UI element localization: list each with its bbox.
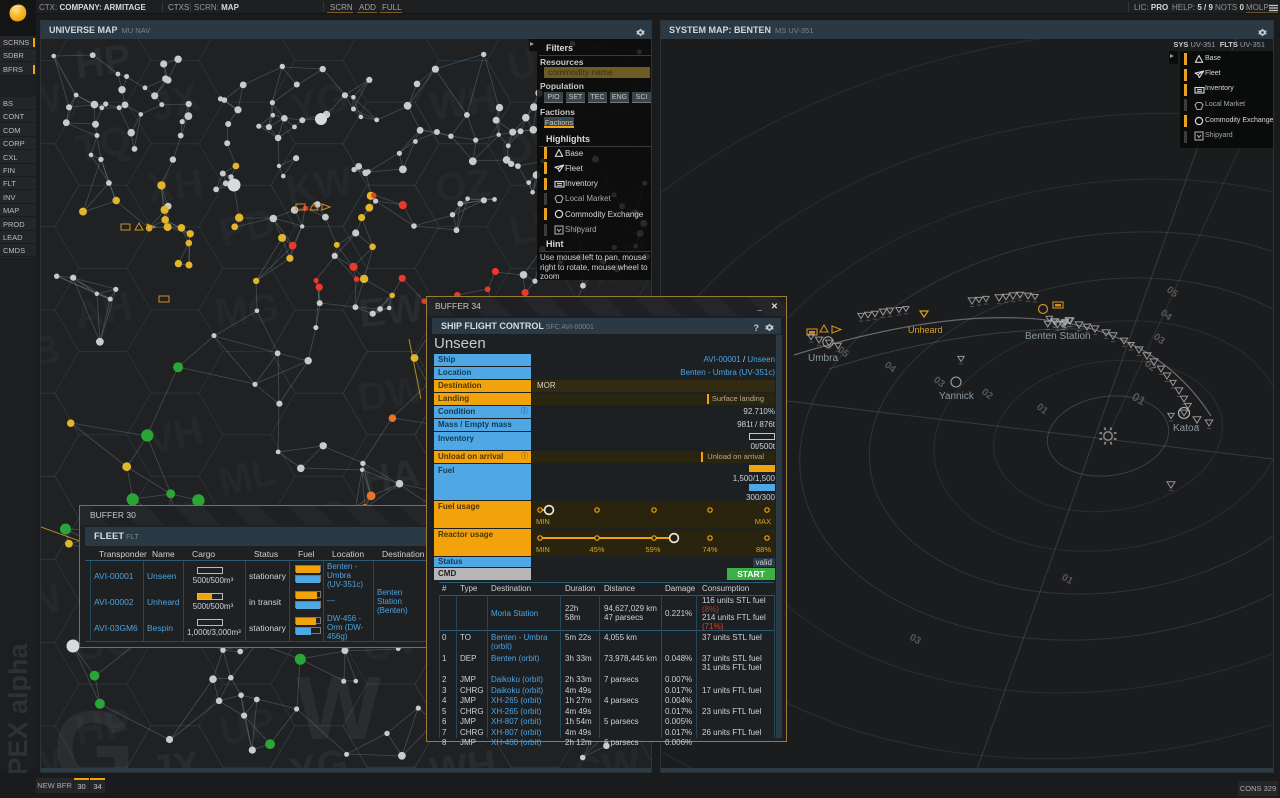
svg-text:03: 03: [931, 375, 947, 391]
svg-text:05: 05: [1164, 285, 1180, 301]
svg-text:01: 01: [1060, 572, 1076, 587]
svg-text:XH: XH: [145, 161, 205, 211]
svg-text:03: 03: [1151, 332, 1167, 348]
svg-text:Umbra: Umbra: [808, 353, 838, 364]
svg-text:Yannick: Yannick: [939, 391, 975, 402]
svg-text:04: 04: [882, 360, 898, 376]
svg-text:Katoa: Katoa: [1173, 423, 1200, 434]
svg-text:W: W: [296, 659, 381, 759]
svg-text:PG: PG: [287, 39, 352, 47]
svg-text:G: G: [53, 690, 135, 772]
svg-text:MG: MG: [213, 286, 282, 336]
svg-text:03: 03: [908, 632, 924, 647]
svg-text:ML: ML: [214, 449, 280, 505]
svg-text:FW: FW: [41, 75, 66, 131]
svg-text:PD: PD: [215, 200, 279, 255]
svg-text:01: 01: [1130, 389, 1149, 408]
svg-text:02: 02: [979, 387, 995, 403]
svg-text:AN: AN: [41, 576, 63, 628]
svg-text:HP: HP: [73, 39, 134, 88]
svg-text:WH: WH: [427, 77, 499, 129]
svg-text:PB: PB: [433, 39, 494, 46]
svg-text:OV: OV: [142, 39, 208, 48]
svg-text:Unheard: Unheard: [908, 325, 943, 335]
svg-text:Benten Station: Benten Station: [1025, 331, 1091, 342]
svg-text:GC: GC: [41, 39, 65, 48]
svg-text:01: 01: [1034, 402, 1050, 418]
svg-text:UB: UB: [41, 327, 63, 379]
svg-text:02: 02: [1142, 359, 1158, 375]
